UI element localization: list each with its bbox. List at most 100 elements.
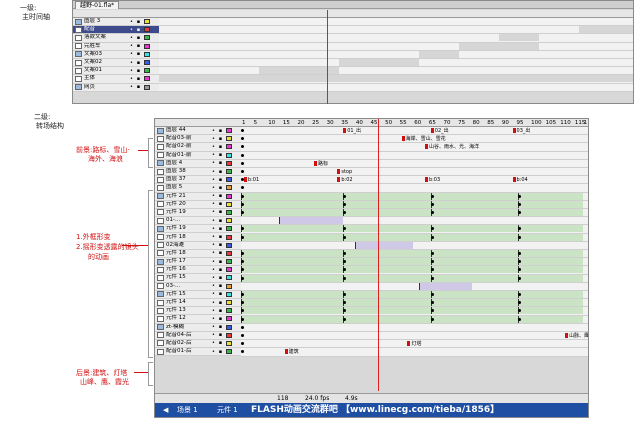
lock-icon[interactable]: ▪ xyxy=(217,324,224,330)
motion-tween[interactable] xyxy=(241,291,344,298)
motion-tween[interactable] xyxy=(430,209,519,216)
visibility-dot-icon[interactable]: • xyxy=(128,68,135,74)
motion-tween[interactable] xyxy=(343,233,431,241)
panel2-layer-row[interactable]: 02海滩 • ▪ xyxy=(155,241,241,250)
motion-tween[interactable] xyxy=(343,225,431,233)
outline-color-swatch[interactable] xyxy=(144,84,150,90)
lock-icon[interactable]: ▪ xyxy=(217,275,224,281)
main-frame-row[interactable] xyxy=(159,26,633,35)
visibility-dot-icon[interactable]: • xyxy=(210,250,217,256)
keyframe-dot[interactable] xyxy=(241,202,244,206)
transition-frame-row[interactable] xyxy=(241,184,588,193)
back-arrow-icon[interactable]: ◀ xyxy=(163,403,168,417)
outline-color-swatch[interactable] xyxy=(144,35,150,41)
outline-color-swatch[interactable] xyxy=(226,128,232,134)
main-frame-span[interactable] xyxy=(339,59,419,66)
visibility-dot-icon[interactable]: • xyxy=(128,84,135,90)
motion-tween[interactable] xyxy=(241,274,344,282)
outline-color-swatch[interactable] xyxy=(226,291,232,297)
motion-tween[interactable] xyxy=(518,299,583,307)
panel2-layer-row[interactable]: 配音02-后 • ▪ xyxy=(155,339,241,349)
motion-tween[interactable] xyxy=(430,266,519,274)
motion-tween[interactable] xyxy=(518,225,583,233)
visibility-dot-icon[interactable]: • xyxy=(210,177,217,183)
visibility-dot-icon[interactable]: • xyxy=(210,300,217,306)
outline-color-swatch[interactable] xyxy=(226,308,232,314)
main-frame-grid[interactable] xyxy=(159,10,633,104)
motion-tween[interactable] xyxy=(278,217,344,225)
transition-frame-row[interactable] xyxy=(241,168,588,177)
keyframe-dot[interactable] xyxy=(241,276,244,280)
panel2-layer-row[interactable]: 元件 20 • ▪ xyxy=(155,200,241,209)
panel1-layer-row[interactable]: 图层 3 • ▪ xyxy=(73,18,159,27)
motion-tween[interactable] xyxy=(518,192,583,200)
panel2-layer-row[interactable]: 图层 38 • ▪ xyxy=(155,167,241,177)
lock-icon[interactable]: ▪ xyxy=(135,19,142,25)
keyframe-dot[interactable] xyxy=(241,235,244,239)
outline-color-swatch[interactable] xyxy=(226,218,232,224)
visibility-dot-icon[interactable]: • xyxy=(210,267,217,273)
panel2-layer-row[interactable]: 元件 21 • ▪ xyxy=(155,192,241,201)
visibility-dot-icon[interactable]: • xyxy=(128,19,135,25)
motion-tween[interactable] xyxy=(343,274,431,282)
panel2-layer-row[interactable]: 配音01-后 • ▪ xyxy=(155,348,241,357)
keyframe-dot[interactable] xyxy=(241,293,244,296)
lock-icon[interactable]: ▪ xyxy=(217,226,224,232)
visibility-dot-icon[interactable]: • xyxy=(210,169,217,175)
panel2-layer-row[interactable]: 图层 5 • ▪ xyxy=(155,184,241,193)
visibility-dot-icon[interactable]: • xyxy=(210,275,217,281)
motion-tween[interactable] xyxy=(430,291,519,298)
transition-playhead[interactable] xyxy=(378,119,380,391)
transition-frame-row[interactable] xyxy=(241,241,588,250)
panel2-layer-row[interactable]: 图层 37 • ▪ xyxy=(155,176,241,185)
keyframe-dot[interactable] xyxy=(241,153,244,157)
motion-tween[interactable] xyxy=(354,241,414,249)
visibility-dot-icon[interactable]: • xyxy=(128,35,135,41)
outline-color-swatch[interactable] xyxy=(226,209,232,215)
panel1-layer-row[interactable]: 文案02 • ▪ xyxy=(73,58,159,68)
main-frame-row[interactable] xyxy=(159,50,633,59)
main-frame-span[interactable] xyxy=(499,34,539,42)
panel2-layer-row[interactable]: 01-... • ▪ xyxy=(155,217,241,226)
motion-tween[interactable] xyxy=(343,209,431,216)
motion-tween[interactable] xyxy=(241,266,344,274)
main-frame-row[interactable] xyxy=(159,83,633,92)
lock-icon[interactable]: ▪ xyxy=(217,267,224,273)
visibility-dot-icon[interactable]: • xyxy=(210,152,217,158)
lock-icon[interactable]: ▪ xyxy=(135,27,142,33)
visibility-dot-icon[interactable]: • xyxy=(210,349,217,355)
keyframe-dot[interactable] xyxy=(430,260,434,264)
lock-icon[interactable]: ▪ xyxy=(217,209,224,215)
panel1-layer-row[interactable]: 文案01 • ▪ xyxy=(73,67,159,76)
keyframe-dot[interactable] xyxy=(430,293,434,296)
main-playhead[interactable] xyxy=(327,10,328,104)
motion-tween[interactable] xyxy=(241,299,344,307)
transition-frame-row[interactable] xyxy=(241,282,588,291)
lock-icon[interactable]: ▪ xyxy=(217,136,224,142)
lock-icon[interactable]: ▪ xyxy=(217,316,224,322)
motion-tween[interactable] xyxy=(343,258,431,266)
outline-color-swatch[interactable] xyxy=(226,160,232,166)
outline-color-swatch[interactable] xyxy=(226,152,232,158)
main-frame-row[interactable] xyxy=(159,42,633,51)
outline-color-swatch[interactable] xyxy=(226,250,232,256)
panel2-layer-row[interactable]: 配音04-后 • ▪ xyxy=(155,331,241,340)
transition-frame-row[interactable] xyxy=(241,143,588,152)
lock-icon[interactable]: ▪ xyxy=(135,76,142,82)
keyframe-dot[interactable] xyxy=(241,129,244,132)
visibility-dot-icon[interactable]: • xyxy=(210,136,217,142)
visibility-dot-icon[interactable]: • xyxy=(128,76,135,82)
visibility-dot-icon[interactable]: • xyxy=(210,340,217,346)
visibility-dot-icon[interactable]: • xyxy=(210,308,217,314)
motion-tween[interactable] xyxy=(241,307,344,315)
lock-icon[interactable]: ▪ xyxy=(217,169,224,175)
visibility-dot-icon[interactable]: • xyxy=(210,316,217,322)
lock-icon[interactable]: ▪ xyxy=(135,68,142,74)
motion-tween[interactable] xyxy=(518,209,583,216)
symbol-link[interactable]: 元件 1 xyxy=(217,403,238,417)
panel1-layer-row[interactable]: 文案03 • ▪ xyxy=(73,50,159,59)
motion-tween[interactable] xyxy=(430,307,519,315)
visibility-dot-icon[interactable]: • xyxy=(128,43,135,49)
visibility-dot-icon[interactable]: • xyxy=(210,226,217,232)
outline-color-swatch[interactable] xyxy=(226,332,232,338)
